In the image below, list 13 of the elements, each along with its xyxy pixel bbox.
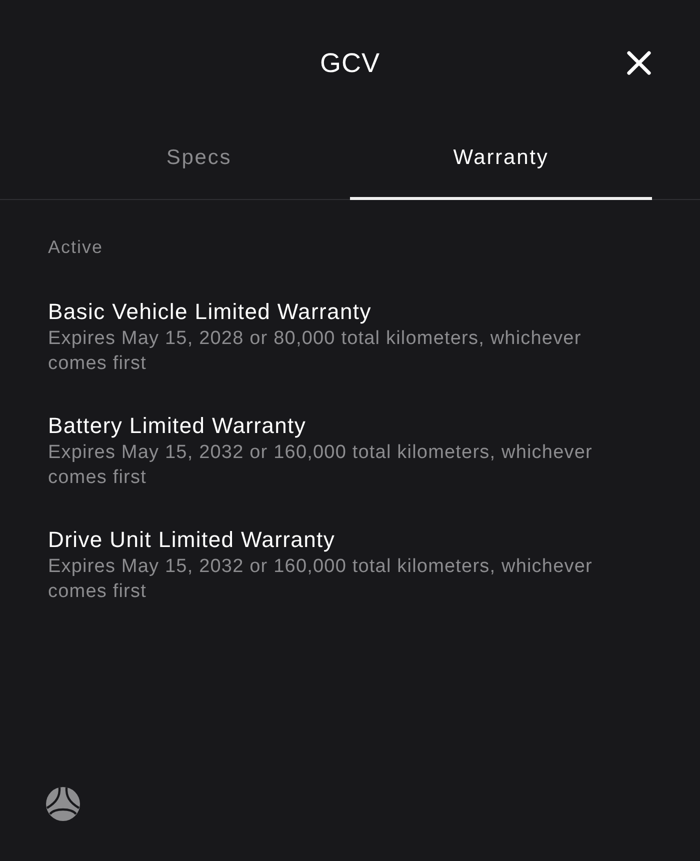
warranty-title: Drive Unit Limited Warranty <box>48 526 336 552</box>
warranty-description: Expires May 15, 2032 or 160,000 total kilometers, whichever comes first <box>48 440 594 490</box>
close-button[interactable] <box>626 50 652 76</box>
warranty-title: Battery Limited Warranty <box>48 412 308 438</box>
steering-wheel-icon <box>46 787 80 821</box>
window-title: GCV <box>320 46 380 80</box>
section-label: Active <box>48 236 104 258</box>
warranty-title: Basic Vehicle Limited Warranty <box>48 298 372 324</box>
warranty-description: Expires May 15, 2032 or 160,000 total kilometers, whichever comes first <box>48 554 594 604</box>
tab[interactable]: Warranty <box>350 126 652 200</box>
warranty-description: Expires May 15, 2028 or 80,000 total kilometers, whichever comes first <box>48 326 582 376</box>
tab[interactable]: Specs <box>48 126 350 200</box>
close-icon <box>626 50 652 76</box>
